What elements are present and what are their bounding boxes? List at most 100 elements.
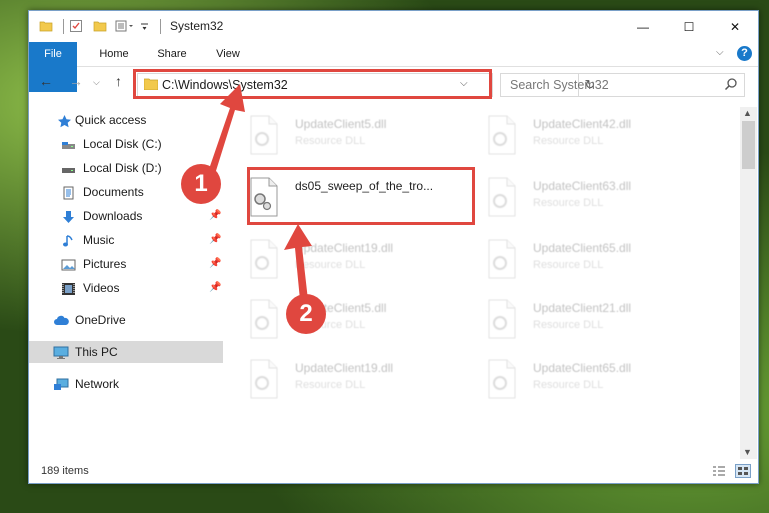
dll-file-icon — [247, 115, 281, 155]
folder-icon — [39, 19, 53, 33]
videos-icon — [61, 281, 76, 295]
file-highlight — [247, 167, 475, 225]
title-divider — [160, 19, 161, 34]
file-description: Resource DLL — [295, 135, 366, 147]
file-description: Resource DLL — [533, 135, 604, 147]
file-item[interactable]: UpdateClient65.dll Resource DLL — [463, 235, 683, 285]
sidebar-item-pictures[interactable]: Pictures 📌 — [29, 253, 223, 275]
file-item[interactable]: UpdateClient5.dll Resource DLL — [225, 295, 445, 345]
cloud-icon — [53, 313, 69, 327]
sidebar-item-label: Downloads — [83, 209, 143, 223]
file-description: Resource DLL — [533, 197, 604, 209]
sidebar-item-this-pc[interactable]: This PC — [29, 341, 223, 363]
status-bar: 189 items — [29, 459, 758, 483]
file-name: UpdateClient19.dll — [295, 361, 394, 375]
file-name: UpdateClient19.dll — [295, 241, 394, 255]
scrollbar-thumb[interactable] — [742, 121, 755, 169]
file-name: UpdateClient21.dll — [533, 301, 632, 315]
file-description: Resource DLL — [295, 259, 366, 271]
sidebar-item-label: OneDrive — [75, 313, 126, 327]
file-description: Resource DLL — [533, 319, 604, 331]
vertical-scrollbar[interactable]: ▲ ▼ — [740, 107, 757, 459]
pin-icon[interactable]: 📌 — [209, 277, 221, 299]
file-item[interactable]: UpdateClient63.dll Resource DLL — [463, 173, 683, 223]
address-bar-highlight — [133, 69, 492, 99]
file-item[interactable]: UpdateClient42.dll Resource DLL — [463, 111, 683, 161]
search-icon — [724, 77, 738, 94]
tab-home[interactable]: Home — [89, 42, 139, 66]
close-button[interactable]: ✕ — [712, 11, 758, 42]
ribbon: File Home Share View ⌵ ? — [29, 42, 758, 92]
music-icon — [61, 233, 76, 247]
file-item[interactable]: UpdateClient21.dll Resource DLL — [463, 295, 683, 345]
step-1-badge: 1 — [181, 164, 221, 204]
network-icon — [53, 377, 69, 391]
file-item[interactable]: UpdateClient65.dll Resource DLL — [463, 355, 683, 405]
window-title: System32 — [170, 19, 224, 33]
properties-icon[interactable] — [69, 19, 83, 33]
dll-file-icon — [485, 239, 519, 279]
dll-file-icon — [485, 177, 519, 217]
toolbar-divider — [63, 19, 64, 34]
help-button[interactable]: ? — [737, 46, 752, 61]
file-name: UpdateClient5.dll — [295, 117, 387, 131]
dll-file-icon — [247, 239, 281, 279]
dll-file-icon — [485, 359, 519, 399]
sidebar-item-videos[interactable]: Videos 📌 — [29, 277, 223, 299]
sidebar-item-label: This PC — [75, 345, 118, 359]
expand-ribbon-icon[interactable]: ⌵ — [716, 47, 724, 58]
sidebar-item-label: Local Disk (D:) — [83, 161, 162, 175]
item-count: 189 items — [41, 465, 89, 477]
recent-locations-icon[interactable]: ⌵ — [93, 77, 100, 88]
navigation-pane: Quick access Local Disk (C:) Local Disk … — [29, 107, 223, 457]
forward-button[interactable]: → — [69, 73, 83, 89]
scroll-up-icon[interactable]: ▲ — [743, 108, 752, 118]
sidebar-item-label: Network — [75, 377, 120, 391]
step-2-badge: 2 — [286, 294, 326, 334]
sidebar-item-quick-access[interactable]: Quick access — [29, 109, 223, 131]
sidebar-item-label: Pictures — [83, 257, 127, 271]
back-button[interactable]: ← — [39, 73, 53, 89]
drive-icon — [61, 161, 76, 175]
sidebar-item-downloads[interactable]: Downloads 📌 — [29, 205, 223, 227]
file-list: UpdateClient5.dll Resource DLL UpdateCli… — [225, 107, 739, 459]
sidebar-item-onedrive[interactable]: OneDrive — [29, 309, 223, 331]
customize-toolbar-icon[interactable] — [115, 19, 148, 33]
file-item[interactable]: UpdateClient19.dll Resource DLL — [225, 355, 445, 405]
tiles-view-icon[interactable] — [735, 464, 751, 478]
up-button[interactable]: ↑ — [115, 73, 122, 89]
sidebar-item-label: Local Disk (C:) — [83, 137, 162, 151]
pin-icon[interactable]: 📌 — [209, 253, 221, 275]
new-folder-icon[interactable] — [93, 19, 107, 33]
pin-icon[interactable]: 📌 — [209, 229, 221, 251]
dll-file-icon — [485, 115, 519, 155]
pictures-icon — [61, 257, 76, 271]
file-description: Resource DLL — [533, 259, 604, 271]
title-bar: System32 — ☐ ✕ — [29, 11, 758, 42]
sidebar-item-local-disk-c[interactable]: Local Disk (C:) — [29, 133, 223, 155]
search-box[interactable]: Search System32 — [500, 73, 745, 97]
file-name: UpdateClient63.dll — [533, 179, 632, 193]
sidebar-item-network[interactable]: Network — [29, 373, 223, 395]
pin-icon[interactable]: 📌 — [209, 205, 221, 227]
dll-file-icon — [485, 299, 519, 339]
file-name: UpdateClient65.dll — [533, 241, 632, 255]
file-item[interactable]: UpdateClient19.dll Resource DLL — [225, 235, 445, 285]
drive-icon — [61, 137, 76, 151]
sidebar-item-music[interactable]: Music 📌 — [29, 229, 223, 251]
computer-icon — [53, 345, 69, 359]
scroll-down-icon[interactable]: ▼ — [743, 447, 752, 457]
tab-share[interactable]: Share — [147, 42, 197, 66]
maximize-button[interactable]: ☐ — [666, 11, 712, 42]
sidebar-item-label: Videos — [83, 281, 120, 295]
file-item[interactable]: UpdateClient5.dll Resource DLL — [225, 111, 445, 161]
download-icon — [61, 209, 76, 223]
dll-file-icon — [247, 299, 281, 339]
documents-icon — [61, 185, 76, 200]
file-description: Resource DLL — [295, 379, 366, 391]
tab-view[interactable]: View — [203, 42, 253, 66]
search-input[interactable]: Search System32 — [510, 78, 609, 92]
star-icon — [57, 113, 72, 128]
minimize-button[interactable]: — — [620, 11, 666, 42]
details-view-icon[interactable] — [711, 464, 727, 478]
